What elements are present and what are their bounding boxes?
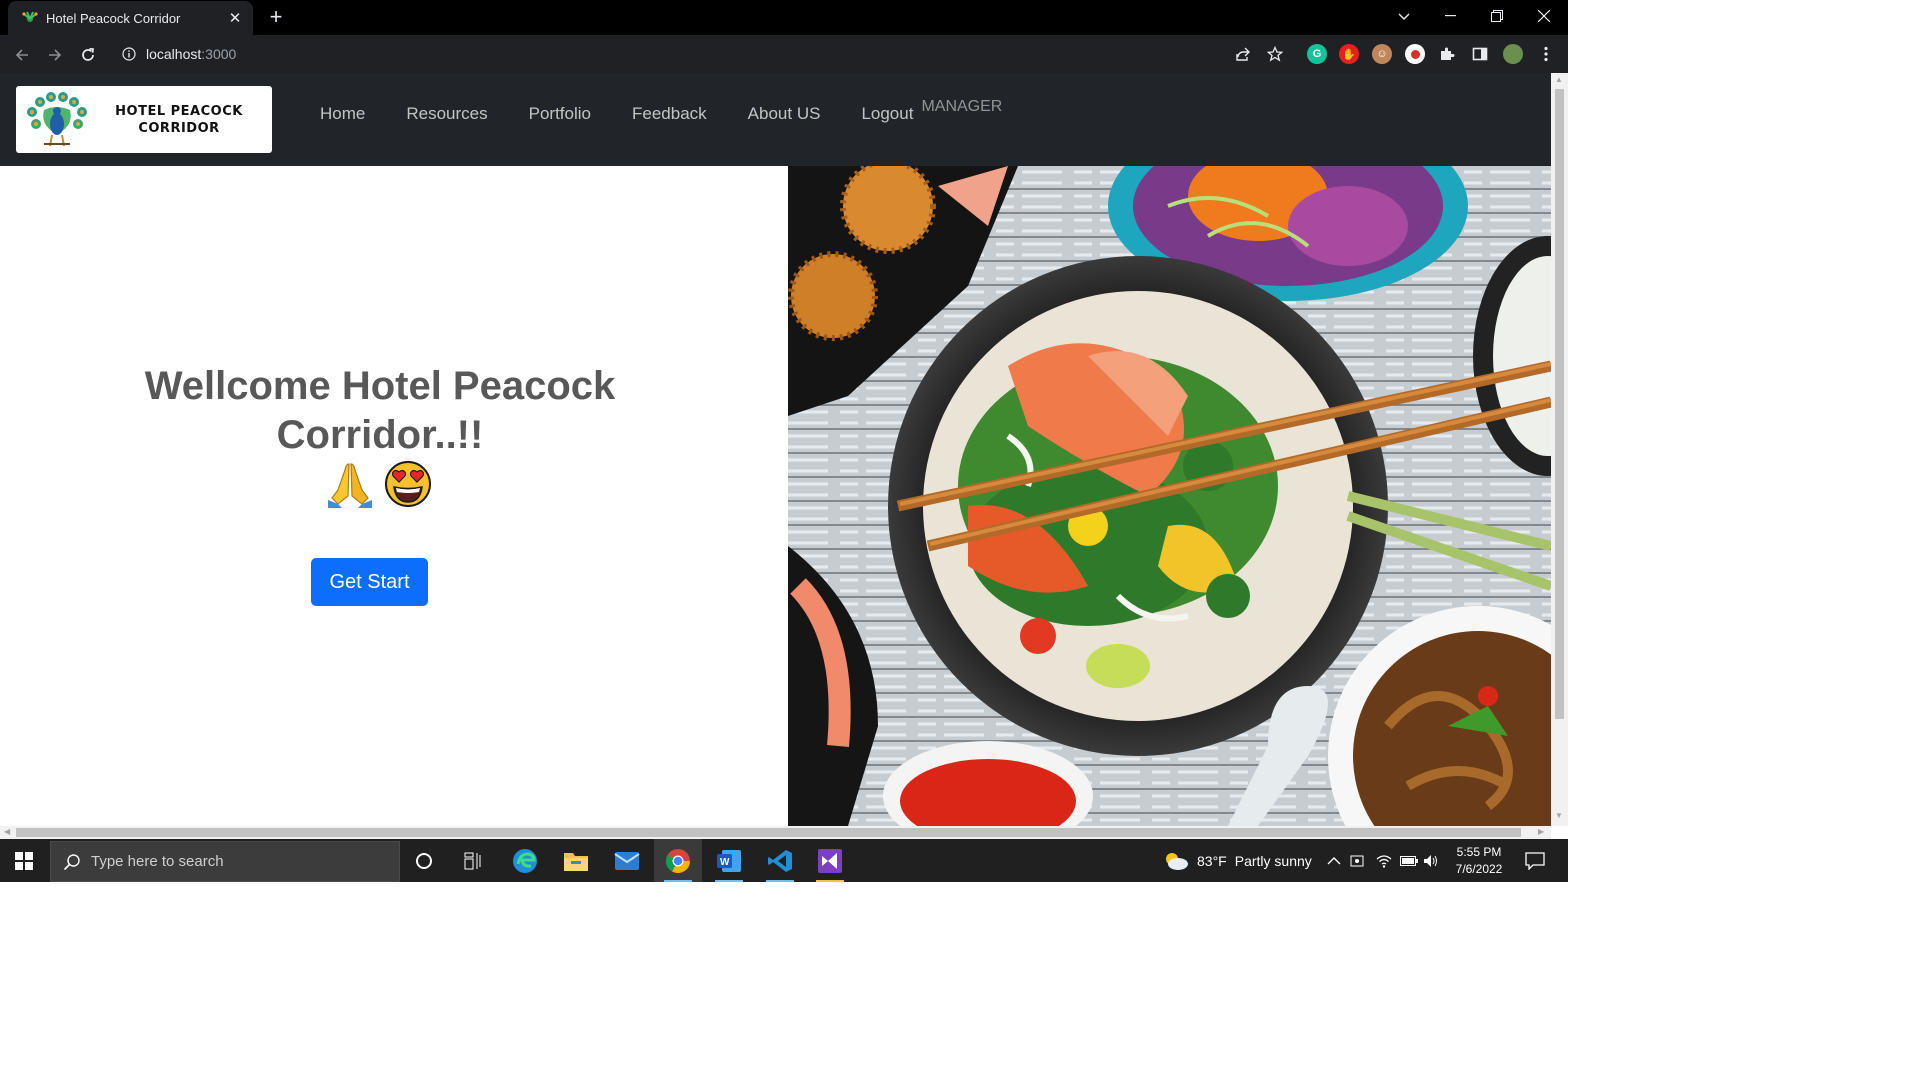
windows-taskbar: Type here to search W 83°F Partly sunny <box>0 839 1568 882</box>
scroll-left-arrow-icon[interactable]: ◀ <box>4 827 10 836</box>
back-arrow-icon[interactable] <box>9 42 35 68</box>
user-role-label: MANAGER <box>921 98 1003 115</box>
open-app-indicator <box>715 880 743 882</box>
partly-sunny-icon <box>1166 852 1188 870</box>
minimize-window-icon[interactable] <box>1427 0 1473 32</box>
scroll-up-arrow-icon[interactable]: ▲ <box>1555 75 1563 84</box>
battery-icon[interactable] <box>1400 839 1418 882</box>
svg-text:W: W <box>720 857 730 868</box>
nav-link-portfolio[interactable]: Portfolio <box>529 104 591 124</box>
meet-now-icon[interactable] <box>1350 839 1366 882</box>
open-app-indicator <box>766 880 794 882</box>
mail-icon[interactable] <box>603 839 651 882</box>
browser-tab[interactable]: Hotel Peacock Corridor ✕ <box>8 1 253 35</box>
asian-food-bowl-illustration <box>788 166 1551 826</box>
edge-browser-icon[interactable] <box>501 839 549 882</box>
reload-icon[interactable] <box>75 42 101 68</box>
heart-eyes-face-icon <box>385 461 431 507</box>
new-tab-button[interactable]: + <box>264 5 288 29</box>
volume-icon[interactable] <box>1423 839 1439 882</box>
peacock-favicon-icon <box>22 11 38 22</box>
profile-avatar[interactable] <box>1503 44 1523 64</box>
weather-widget[interactable]: 83°F Partly sunny <box>1163 839 1312 882</box>
vscode-icon[interactable] <box>756 839 804 882</box>
url-host: localhost <box>146 46 202 62</box>
emoji-row <box>326 460 432 508</box>
brand-line-2: CORRIDOR <box>138 120 220 136</box>
clock-date: 7/6/2022 <box>1455 862 1503 876</box>
extensions-puzzle-icon[interactable] <box>1437 44 1457 64</box>
clock-time: 5:55 PM <box>1456 845 1502 859</box>
browser-toolbar: localhost:3000 G ✋ ☺ <box>0 35 1568 73</box>
nav-links: Home Resources Portfolio Feedback About … <box>320 98 1002 124</box>
side-panel-icon[interactable] <box>1470 44 1490 64</box>
windows-start-button[interactable] <box>0 839 48 882</box>
restore-window-icon[interactable] <box>1474 0 1520 32</box>
site-info-icon[interactable] <box>122 47 136 61</box>
scroll-down-arrow-icon[interactable]: ▼ <box>1555 811 1563 820</box>
forward-arrow-icon[interactable] <box>42 42 68 68</box>
search-placeholder: Type here to search <box>91 853 224 870</box>
file-explorer-icon[interactable] <box>552 839 600 882</box>
taskbar-search-box[interactable]: Type here to search <box>50 841 400 882</box>
open-app-indicator <box>816 880 844 882</box>
record-extension-icon[interactable] <box>1405 44 1425 64</box>
site-navbar: HOTEL PEACOCK CORRIDOR Home Resources Po… <box>0 73 1551 166</box>
task-view-icon[interactable] <box>450 839 498 882</box>
wifi-icon[interactable] <box>1376 839 1392 882</box>
vertical-scrollbar[interactable]: ▲ ▼ <box>1551 73 1568 826</box>
search-icon <box>63 853 80 870</box>
horizontal-scroll-thumb[interactable] <box>16 828 1521 837</box>
close-tab-icon[interactable]: ✕ <box>227 9 243 27</box>
tab-search-icon[interactable] <box>1392 6 1416 28</box>
show-hidden-icons-chevron-icon[interactable] <box>1327 839 1341 882</box>
browser-menu-icon[interactable] <box>1536 44 1556 64</box>
nav-link-logout[interactable]: Logout <box>861 104 913 124</box>
horizontal-scrollbar[interactable]: ◀ ▶ <box>0 826 1551 839</box>
weather-condition: Partly sunny <box>1234 852 1312 869</box>
red-extension-icon[interactable]: ✋ <box>1339 44 1359 64</box>
notifications-icon[interactable] <box>1525 839 1545 882</box>
share-icon[interactable] <box>1232 43 1254 65</box>
grammarly-extension-icon[interactable]: G <box>1307 44 1327 64</box>
chrome-taskbar-icon[interactable] <box>654 839 702 882</box>
url-port: :3000 <box>201 46 237 62</box>
active-app-indicator <box>664 880 692 882</box>
nav-link-home[interactable]: Home <box>320 104 365 124</box>
cortana-icon[interactable] <box>400 839 448 882</box>
taskbar-clock[interactable]: 5:55 PM 7/6/2022 <box>1440 844 1518 878</box>
close-window-icon[interactable] <box>1521 0 1567 32</box>
word-icon[interactable]: W <box>705 839 753 882</box>
get-start-button[interactable]: Get Start <box>311 558 428 606</box>
bookmark-star-icon[interactable] <box>1264 43 1286 65</box>
address-bar[interactable]: localhost:3000 <box>110 39 1300 69</box>
visual-studio-icon[interactable] <box>806 839 854 882</box>
tab-title: Hotel Peacock Corridor <box>46 10 181 26</box>
vertical-scroll-thumb[interactable] <box>1555 89 1564 719</box>
page-viewport: HOTEL PEACOCK CORRIDOR Home Resources Po… <box>0 73 1568 839</box>
windows-logo-icon <box>15 851 33 870</box>
browser-tab-strip: Hotel Peacock Corridor ✕ + <box>0 0 1568 35</box>
hero-title: Wellcome Hotel Peacock Corridor..!! <box>144 364 616 457</box>
face-extension-icon[interactable]: ☺ <box>1372 44 1392 64</box>
nav-link-resources[interactable]: Resources <box>406 104 487 124</box>
nav-link-about-us[interactable]: About US <box>748 104 821 124</box>
brand-logo-box[interactable]: HOTEL PEACOCK CORRIDOR <box>16 86 272 153</box>
food-hero-image <box>788 166 1551 826</box>
brand-line-1: HOTEL PEACOCK <box>115 103 243 119</box>
weather-temperature: 83°F <box>1197 852 1227 869</box>
nav-link-feedback[interactable]: Feedback <box>632 104 707 124</box>
brand-name: HOTEL PEACOCK CORRIDOR <box>94 103 272 137</box>
scroll-right-arrow-icon[interactable]: ▶ <box>1538 827 1544 836</box>
folded-hands-icon <box>328 463 372 508</box>
peacock-logo-icon <box>27 91 87 146</box>
hero-section: Wellcome Hotel Peacock Corridor..!! Get … <box>0 166 788 826</box>
